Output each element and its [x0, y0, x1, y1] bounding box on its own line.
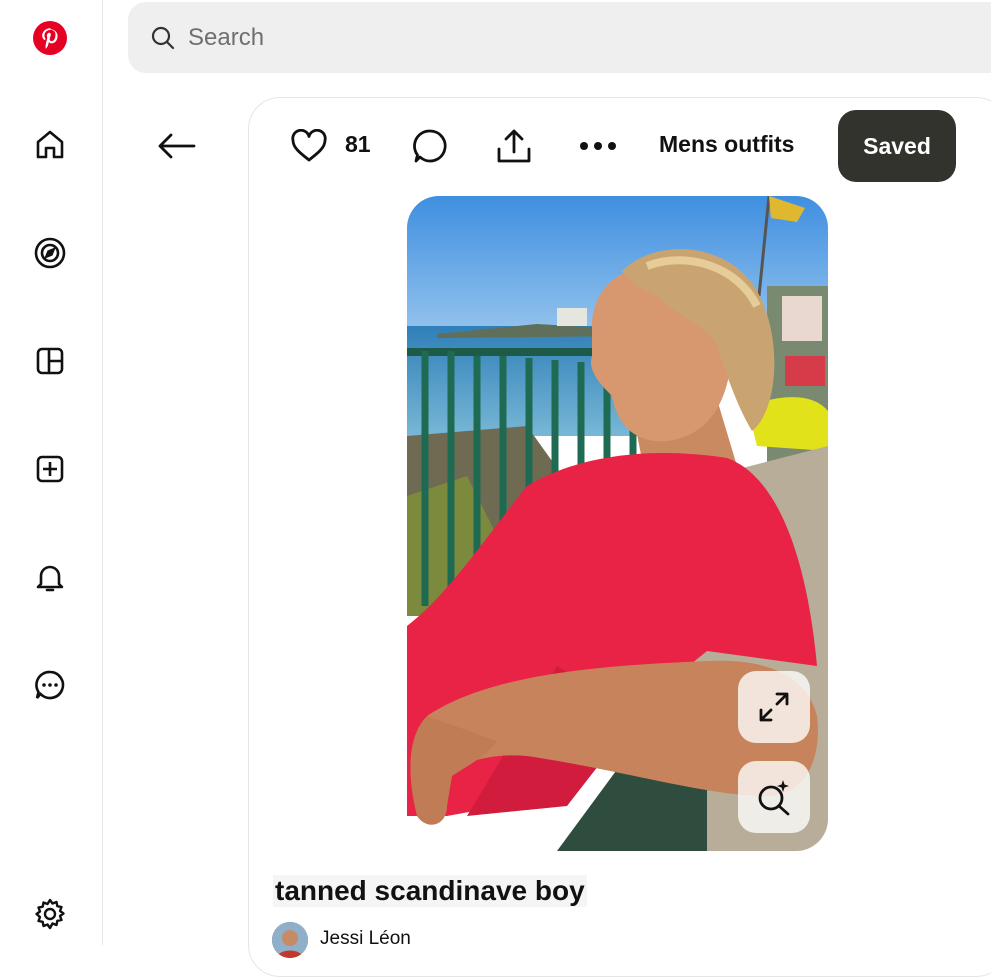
search-bar[interactable] — [128, 2, 991, 73]
notifications-button[interactable] — [26, 553, 74, 601]
plus-square-icon — [36, 455, 64, 483]
pin-image[interactable] — [407, 196, 828, 851]
comment-icon — [413, 129, 447, 163]
compass-icon — [34, 237, 66, 269]
chat-icon — [35, 670, 65, 700]
more-options-button[interactable] — [576, 128, 620, 164]
pin-photo — [407, 196, 828, 851]
more-dots-icon — [580, 142, 616, 150]
boards-icon — [36, 347, 64, 375]
pin-title: tanned scandinave boy — [273, 875, 587, 907]
like-count: 81 — [345, 131, 371, 157]
avatar-image — [272, 922, 308, 958]
visual-search-icon — [758, 780, 790, 816]
share-button[interactable] — [492, 124, 536, 168]
bell-icon — [36, 565, 64, 592]
explore-button[interactable] — [26, 229, 74, 277]
comment-button[interactable] — [408, 124, 452, 168]
pinterest-logo[interactable] — [26, 14, 74, 62]
saved-button[interactable]: Saved — [838, 110, 956, 182]
arrow-left-icon — [158, 133, 196, 159]
back-button[interactable] — [152, 122, 200, 170]
home-icon — [36, 130, 64, 159]
like-button[interactable] — [288, 126, 330, 166]
expand-icon — [759, 692, 789, 722]
gear-icon — [35, 898, 65, 930]
boards-button[interactable] — [26, 337, 74, 385]
left-rail — [0, 0, 103, 945]
heart-icon — [291, 129, 327, 162]
share-icon — [497, 129, 531, 163]
messages-button[interactable] — [26, 661, 74, 709]
pinterest-logo-icon — [33, 21, 67, 55]
settings-button[interactable] — [26, 890, 74, 938]
author-name[interactable]: Jessi Léon — [320, 928, 411, 950]
expand-button[interactable] — [738, 671, 810, 743]
home-button[interactable] — [26, 121, 74, 169]
search-icon — [151, 26, 175, 49]
visual-search-button[interactable] — [738, 761, 810, 833]
search-input[interactable] — [188, 23, 888, 52]
board-selector[interactable]: Mens outfits — [659, 131, 794, 158]
create-button[interactable] — [26, 445, 74, 493]
author-avatar[interactable] — [272, 922, 308, 958]
